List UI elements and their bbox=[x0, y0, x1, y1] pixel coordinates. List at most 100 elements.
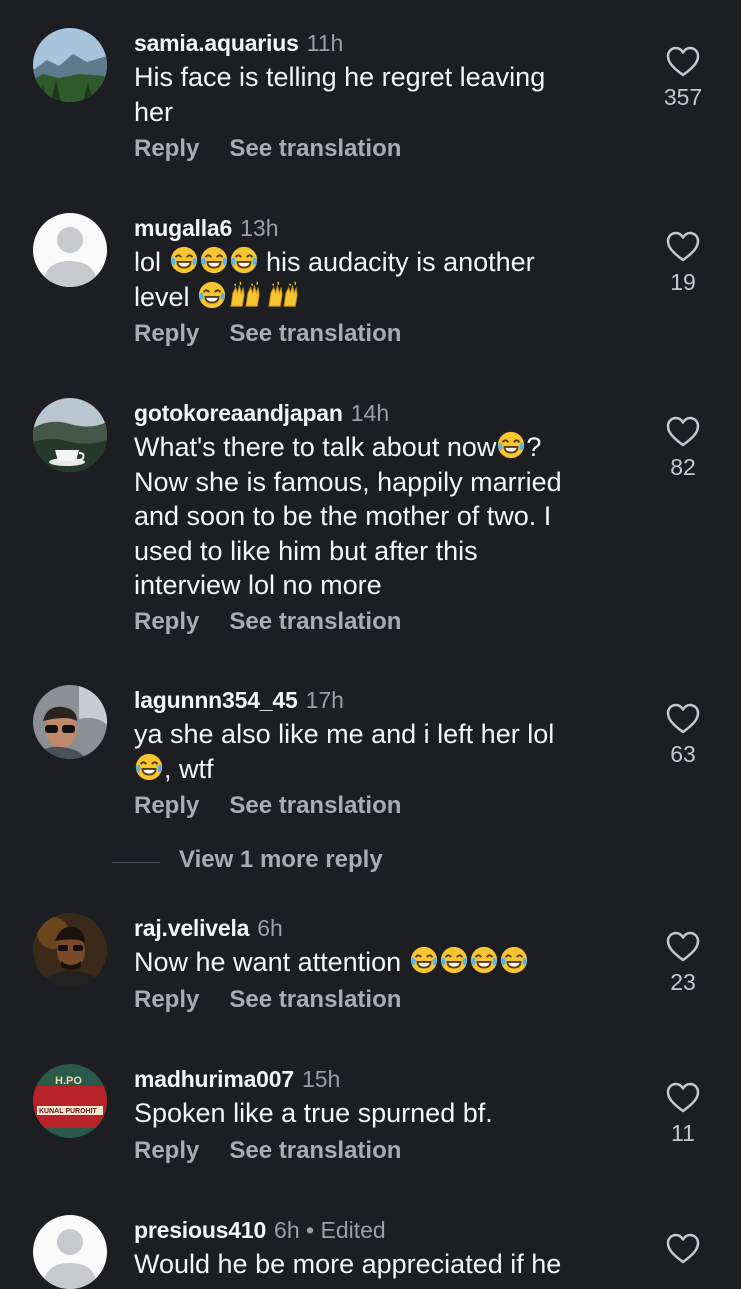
username[interactable]: madhurima007 bbox=[134, 1066, 294, 1092]
timestamp: 14h bbox=[350, 400, 390, 426]
comment-text: Spoken like a true spurned bf. bbox=[134, 1096, 624, 1131]
avatar[interactable] bbox=[33, 685, 107, 759]
comment-line: lol bbox=[134, 247, 169, 277]
timestamp: 15h bbox=[301, 1066, 341, 1092]
avatar[interactable] bbox=[33, 398, 107, 472]
heart-outline-icon bbox=[666, 46, 700, 78]
reply-button[interactable]: Reply bbox=[134, 1137, 199, 1164]
divider-line bbox=[112, 862, 160, 863]
timestamp: 11h bbox=[306, 30, 344, 56]
face-with-tears-of-joy-icon bbox=[199, 245, 229, 275]
comment-line: His face is telling he regret leaving bbox=[134, 62, 546, 92]
username[interactable]: mugalla6 bbox=[134, 215, 232, 241]
reply-button[interactable]: Reply bbox=[134, 320, 199, 347]
heart-outline-icon bbox=[666, 703, 700, 735]
face-with-tears-of-joy-icon bbox=[439, 945, 469, 975]
see-translation-button[interactable]: See translation bbox=[229, 792, 401, 819]
comment-text: What's there to talk about now? Now she … bbox=[134, 430, 634, 603]
like-button[interactable]: 82 bbox=[655, 416, 711, 481]
see-translation-button[interactable]: See translation bbox=[229, 1137, 401, 1164]
avatar[interactable] bbox=[33, 913, 107, 987]
like-count: 357 bbox=[663, 84, 703, 110]
comment-line: , wtf bbox=[164, 753, 214, 784]
comment-text: lol his audacity is another level bbox=[134, 245, 624, 314]
heart-outline-icon bbox=[666, 1233, 700, 1265]
avatar-person-image bbox=[33, 685, 107, 759]
timestamp: 6h bbox=[257, 915, 283, 941]
comment-line: her bbox=[134, 96, 174, 127]
comment-text: Would he be more appreciated if he bbox=[134, 1247, 624, 1282]
timestamp: 6h bbox=[274, 1217, 300, 1243]
avatar[interactable] bbox=[33, 1215, 107, 1289]
comment-line: Would he be more appreciated if he bbox=[134, 1249, 562, 1279]
face-with-tears-of-joy-icon bbox=[197, 280, 227, 310]
comment-line: ya she also like me and i left her lol bbox=[134, 719, 555, 749]
like-count: 23 bbox=[670, 969, 696, 995]
heart-outline-icon bbox=[666, 416, 700, 448]
username[interactable]: lagunnn354_45 bbox=[134, 687, 298, 713]
heart-outline-icon bbox=[666, 231, 700, 263]
face-with-tears-of-joy-icon bbox=[134, 752, 164, 782]
see-translation-button[interactable]: See translation bbox=[229, 320, 401, 347]
see-translation-button[interactable]: See translation bbox=[229, 986, 401, 1013]
comment-line: ? bbox=[526, 432, 542, 462]
reply-button[interactable]: Reply bbox=[134, 792, 199, 819]
timestamp: 13h bbox=[240, 215, 279, 241]
like-button[interactable]: 63 bbox=[655, 703, 711, 768]
view-more-replies-label: View 1 more reply bbox=[179, 846, 383, 873]
like-count: 11 bbox=[671, 1120, 695, 1146]
timestamp: 17h bbox=[305, 687, 344, 713]
raising-hands-icon bbox=[227, 280, 265, 310]
avatar[interactable] bbox=[33, 213, 107, 287]
comment-line: interview lol no more bbox=[134, 570, 382, 600]
like-button[interactable]: 11 bbox=[655, 1082, 711, 1147]
default-avatar-icon bbox=[33, 213, 107, 287]
view-more-replies-button[interactable]: View 1 more reply bbox=[112, 846, 512, 880]
see-translation-button[interactable]: See translation bbox=[229, 608, 401, 635]
avatar[interactable]: H.PO KUNAL PUROHIT bbox=[33, 1064, 107, 1138]
raising-hands-icon bbox=[265, 280, 303, 310]
see-translation-button[interactable]: See translation bbox=[229, 135, 401, 162]
comment-line: Now she is famous, happily married bbox=[134, 466, 562, 497]
like-count: 19 bbox=[670, 269, 696, 295]
heart-outline-icon bbox=[666, 1082, 700, 1114]
comment-line: and soon to be the mother of two. I bbox=[134, 501, 552, 531]
avatar-tea-cup-image bbox=[33, 398, 107, 472]
username[interactable]: gotokoreaandjapan bbox=[134, 400, 343, 426]
face-with-tears-of-joy-icon bbox=[469, 945, 499, 975]
avatar-text: KUNAL PUROHIT bbox=[39, 1108, 98, 1115]
avatar[interactable] bbox=[33, 28, 107, 102]
username[interactable]: raj.velivela bbox=[134, 915, 249, 941]
avatar-person-image bbox=[33, 913, 107, 987]
comment-text: His face is telling he regret leaving he… bbox=[134, 60, 624, 129]
edited-label: • Edited bbox=[299, 1217, 386, 1243]
face-with-tears-of-joy-icon bbox=[169, 245, 199, 275]
face-with-tears-of-joy-icon bbox=[496, 430, 526, 460]
username[interactable]: presious410 bbox=[134, 1217, 266, 1243]
reply-button[interactable]: Reply bbox=[134, 135, 199, 162]
comment-line: Spoken like a true spurned bf. bbox=[134, 1098, 493, 1128]
face-with-tears-of-joy-icon bbox=[409, 945, 439, 975]
username[interactable]: samia.aquarius bbox=[134, 30, 299, 56]
comment-line: his audacity is another bbox=[258, 247, 535, 277]
like-button[interactable]: 19 bbox=[655, 231, 711, 296]
comment-text: ya she also like me and i left her lol ,… bbox=[134, 717, 634, 786]
avatar-landscape-image bbox=[33, 28, 107, 102]
comment-line: What's there to talk about now bbox=[134, 432, 497, 462]
comment-line: Now he want attention bbox=[134, 947, 409, 977]
like-button[interactable] bbox=[655, 1233, 711, 1265]
comment-text: Now he want attention bbox=[134, 945, 624, 980]
like-button[interactable]: 23 bbox=[655, 931, 711, 996]
face-with-tears-of-joy-icon bbox=[229, 245, 259, 275]
face-with-tears-of-joy-icon bbox=[499, 945, 529, 975]
comment-line: used to like him but after this bbox=[134, 535, 478, 566]
like-count: 63 bbox=[670, 741, 696, 767]
like-button[interactable]: 357 bbox=[655, 46, 711, 111]
reply-button[interactable]: Reply bbox=[134, 986, 199, 1013]
avatar-book-cover-image: H.PO KUNAL PUROHIT bbox=[33, 1064, 107, 1138]
default-avatar-icon bbox=[33, 1215, 107, 1289]
avatar-text: H.PO bbox=[55, 1075, 82, 1087]
heart-outline-icon bbox=[666, 931, 700, 963]
like-count: 82 bbox=[670, 454, 696, 480]
reply-button[interactable]: Reply bbox=[134, 608, 199, 635]
